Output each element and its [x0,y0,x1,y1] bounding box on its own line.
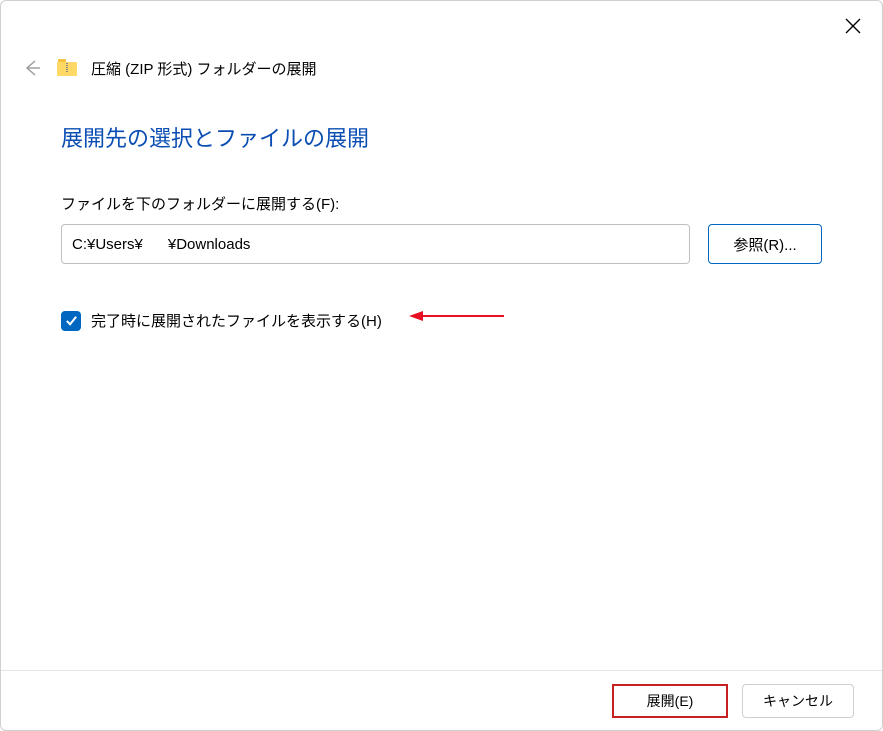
dialog-title: 圧縮 (ZIP 形式) フォルダーの展開 [91,58,317,79]
destination-label: ファイルを下のフォルダーに展開する(F): [61,193,822,214]
dialog-content: 展開先の選択とファイルの展開 ファイルを下のフォルダーに展開する(F): 参照(… [61,121,822,331]
page-heading: 展開先の選択とファイルの展開 [61,121,822,153]
checkmark-icon [65,314,78,327]
destination-row: 参照(R)... [61,224,822,264]
back-button[interactable] [21,57,43,79]
show-files-checkbox[interactable] [61,311,81,331]
browse-button[interactable]: 参照(R)... [708,224,822,264]
back-arrow-icon [22,58,42,78]
show-files-checkbox-label: 完了時に展開されたファイルを表示する(H) [91,310,382,331]
destination-path-input[interactable] [61,224,690,264]
dialog-footer: 展開(E) キャンセル [1,670,882,730]
zip-folder-icon [57,60,77,76]
annotation-arrow-icon [409,308,504,324]
extract-button[interactable]: 展開(E) [612,684,728,718]
close-button[interactable] [838,11,868,41]
close-icon [845,18,861,34]
cancel-button[interactable]: キャンセル [742,684,854,718]
dialog-header: 圧縮 (ZIP 形式) フォルダーの展開 [21,57,317,79]
